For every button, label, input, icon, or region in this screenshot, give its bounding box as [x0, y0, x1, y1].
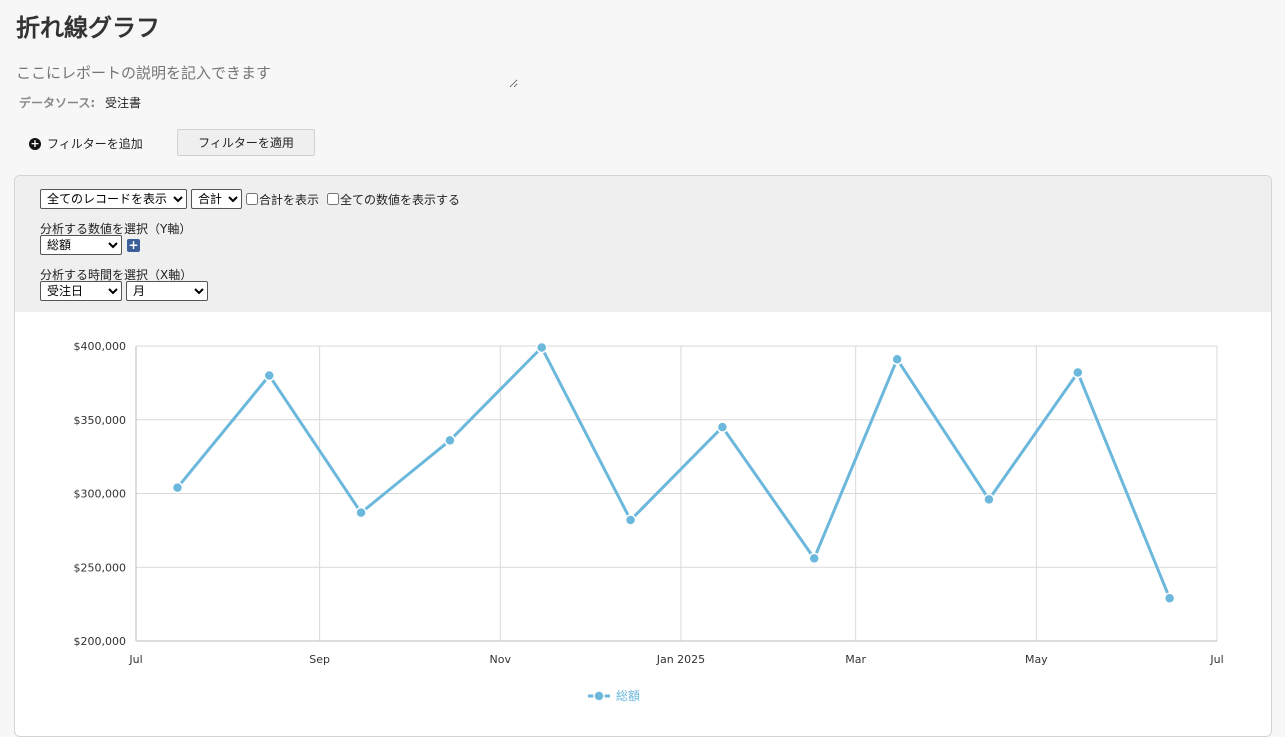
y-tick-label: $400,000 [74, 340, 127, 353]
series-line [176, 346, 1171, 599]
options-row: 全てのレコードを表示 合計 合計を表示 全ての数値を表示する [40, 189, 460, 209]
y-tick-label: $300,000 [74, 488, 127, 501]
data-point [808, 552, 820, 565]
data-point [624, 514, 637, 526]
x-axis-row: 受注日 月 [40, 281, 208, 301]
data-point [716, 421, 729, 433]
description-input[interactable] [14, 60, 518, 88]
data-point [263, 369, 276, 382]
add-filter-label: フィルターを追加 [47, 137, 143, 151]
x-tick-label: Nov [490, 653, 512, 666]
y-axis-row: 総額 + [40, 235, 140, 255]
data-point [171, 481, 184, 494]
datasource-label: データソース: [19, 96, 96, 110]
x-unit-select[interactable]: 月 [126, 281, 208, 301]
x-tick-label: Jul [128, 653, 142, 666]
data-point [535, 341, 548, 354]
x-field-select[interactable]: 受注日 [40, 281, 122, 301]
show-all-values-label: 全ての数値を表示する [340, 192, 461, 207]
apply-filter-button[interactable]: フィルターを適用 [177, 129, 315, 156]
data-point [1072, 366, 1084, 379]
data-point [355, 506, 367, 519]
show-total-option[interactable]: 合計を表示 [246, 191, 319, 208]
chart-controls: 全てのレコードを表示 合計 合計を表示 全ての数値を表示する 分析する数値を選択… [15, 176, 1271, 312]
records-select[interactable]: 全てのレコードを表示 [40, 189, 187, 209]
data-point [891, 353, 903, 366]
show-total-label: 合計を表示 [259, 192, 320, 207]
show-all-values-checkbox[interactable] [327, 193, 340, 205]
data-point [444, 434, 456, 447]
y-field-select[interactable]: 総額 [40, 235, 122, 255]
legend-label: 総額 [616, 689, 640, 703]
datasource-value: 受注書 [105, 96, 142, 110]
y-tick-label: $250,000 [74, 561, 127, 574]
line-chart: $200,000 $250,000 $300,000 $350,000 $400,000… [74, 340, 1224, 703]
show-all-values-option[interactable]: 全ての数値を表示する [327, 191, 460, 208]
plus-circle-icon: + [29, 136, 41, 150]
data-point [983, 493, 995, 506]
chart-panel: 全てのレコードを表示 合計 合計を表示 全ての数値を表示する 分析する数値を選択… [14, 175, 1272, 737]
x-tick-label: Jan 2025 [656, 653, 705, 666]
data-point [1163, 592, 1176, 604]
show-total-checkbox[interactable] [246, 193, 258, 205]
add-filter-button[interactable]: + フィルターを追加 [29, 135, 143, 152]
x-tick-label: May [1025, 653, 1048, 666]
add-y-field-icon[interactable]: + [127, 238, 140, 252]
legend-marker-icon [593, 690, 605, 702]
aggregate-select[interactable]: 合計 [191, 189, 242, 209]
y-tick-label: $350,000 [74, 414, 127, 427]
x-tick-label: Jul [1209, 653, 1223, 666]
y-tick-label: $200,000 [74, 635, 127, 648]
x-tick-label: Mar [845, 653, 866, 666]
x-tick-label: Sep [309, 653, 330, 666]
page-title: 折れ線グラフ [16, 14, 160, 42]
datasource-info: データソース: 受注書 [19, 94, 141, 111]
